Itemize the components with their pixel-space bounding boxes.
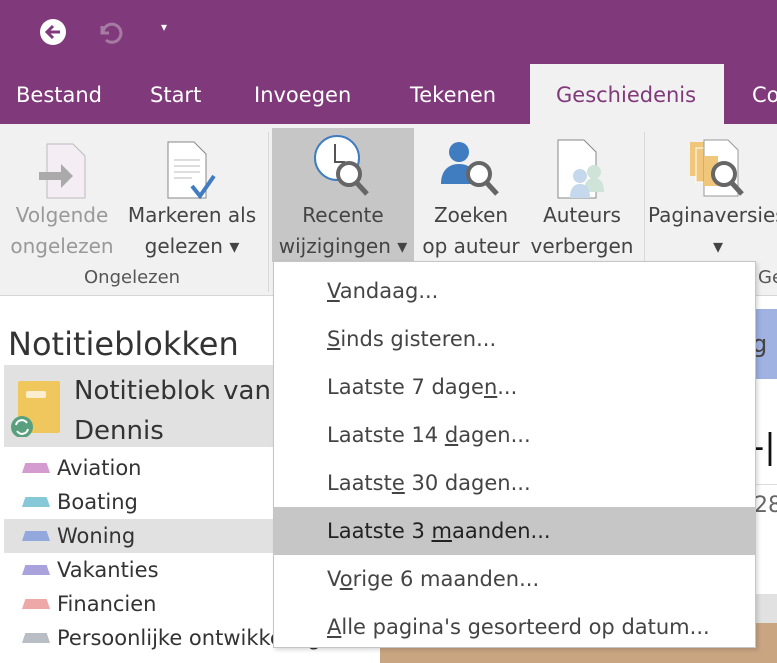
- label: Volgende: [15, 203, 109, 227]
- section-tab-icon: [22, 463, 50, 473]
- label: Paginaversies: [648, 203, 777, 227]
- label-pre: Laatste 3: [327, 519, 432, 543]
- label-pre: Laatst: [327, 471, 392, 495]
- menu-item-3[interactable]: Laatste 14 dagen...: [274, 411, 755, 459]
- access-key: m: [431, 519, 452, 543]
- mark-read-icon: [167, 141, 216, 200]
- section-label: Boating: [57, 490, 138, 514]
- tab-co[interactable]: Co: [736, 64, 777, 124]
- menu-item-6[interactable]: Vorige 6 maanden...: [274, 555, 755, 603]
- section-tab-icon: [22, 599, 50, 609]
- label: ongelezen: [10, 234, 114, 258]
- undo-icon[interactable]: [96, 18, 124, 46]
- recent-changes-icon: [314, 135, 369, 196]
- next-unread-icon: [39, 143, 86, 199]
- label: ▾: [713, 234, 724, 258]
- volgende-ongelezen-button[interactable]: Volgende ongelezen: [6, 128, 118, 262]
- zoeken-op-auteur-button[interactable]: Zoeken op auteur: [416, 128, 526, 262]
- label: Markeren als: [127, 203, 257, 227]
- recent-changes-menu: Vandaag... Sinds gisteren... Laatste 7 dag…: [273, 261, 756, 648]
- menu-item-4[interactable]: Laatste 30 dagen...: [274, 459, 755, 507]
- label: op auteur: [422, 234, 520, 258]
- notebook-sync-icon: [11, 381, 60, 437]
- label: Recente: [302, 203, 384, 227]
- back-arrow-circle-icon[interactable]: [38, 17, 68, 47]
- label: wijzigingen ▾: [278, 234, 408, 258]
- label: Zoeken: [433, 203, 509, 227]
- label-pre: V: [327, 567, 340, 591]
- label: Auteurs: [543, 203, 621, 227]
- label: gelezen ▾: [144, 234, 240, 258]
- label-post: aanden...: [451, 519, 551, 543]
- paginaversies-button[interactable]: Paginaversies ▾: [648, 128, 777, 262]
- page-versions-icon: [690, 139, 744, 197]
- tab-tekenen[interactable]: Tekenen: [394, 64, 512, 124]
- section-tab-icon: [22, 565, 50, 575]
- access-key: d: [444, 423, 459, 447]
- tab-geschiedenis[interactable]: Geschiedenis: [530, 64, 724, 124]
- label-pre: Laatste 7 dage: [327, 375, 484, 399]
- access-key: V: [327, 279, 340, 303]
- title-bar: ▾: [0, 0, 777, 64]
- tab-bestand[interactable]: Bestand: [0, 64, 118, 124]
- label-pre: Laatste 14: [327, 423, 445, 447]
- menu-item-7[interactable]: Alle pagina's gesorteerd op datum...: [274, 603, 755, 651]
- section-tab-icon: [22, 497, 50, 507]
- auteurs-verbergen-button[interactable]: Auteurs verbergen: [526, 128, 638, 262]
- page-date: 28: [754, 493, 777, 518]
- tab-invoegen[interactable]: Invoegen: [238, 64, 367, 124]
- label: verbergen: [530, 234, 634, 258]
- recente-wijzigingen-button[interactable]: Recente wijzigingen ▾: [272, 128, 414, 262]
- menu-item-2[interactable]: Laatste 7 dagen...: [274, 363, 755, 411]
- section-tab-icon: [22, 531, 50, 541]
- label-post: rige 6 maanden...: [352, 567, 540, 591]
- group-label-ongelezen: Ongelezen: [84, 267, 181, 288]
- section-tab-icon: [22, 633, 50, 643]
- section-label: Vakanties: [57, 558, 159, 582]
- hide-authors-icon: [557, 139, 604, 199]
- menu-item-5[interactable]: Laatste 3 maanden...: [274, 507, 755, 555]
- section-label: Aviation: [57, 456, 142, 480]
- menu-item-1[interactable]: Sinds gisteren...: [274, 315, 755, 363]
- section-label: Woning: [57, 524, 136, 548]
- find-author-icon: [441, 142, 499, 196]
- access-key: S: [327, 327, 341, 351]
- label-post: lle pagina's gesorteerd op datum...: [341, 615, 710, 639]
- label-post: ...: [497, 375, 518, 399]
- label-post: agen...: [458, 423, 531, 447]
- label-post: 30 dagen...: [404, 471, 531, 495]
- label-post: inds gisteren...: [340, 327, 497, 351]
- access-key: o: [339, 567, 353, 591]
- label-post: andaag...: [339, 279, 439, 303]
- divider: [268, 132, 269, 292]
- pane-heading: Notitieblokken: [8, 325, 239, 363]
- section-label: Financien: [57, 592, 157, 616]
- access-key: e: [391, 471, 405, 495]
- customize-dropdown-icon[interactable]: ▾: [161, 20, 167, 34]
- group-label-geschiedenis: Ges: [758, 267, 777, 288]
- menu-item-0[interactable]: Vandaag...: [274, 267, 755, 315]
- tab-start[interactable]: Start: [134, 64, 217, 124]
- ribbon-tabs: Bestand Start Invoegen Tekenen Geschiede…: [0, 64, 777, 124]
- access-key: A: [327, 615, 342, 639]
- markeren-als-gelezen-button[interactable]: Markeren als gelezen ▾: [120, 128, 264, 262]
- access-key: n: [483, 375, 498, 399]
